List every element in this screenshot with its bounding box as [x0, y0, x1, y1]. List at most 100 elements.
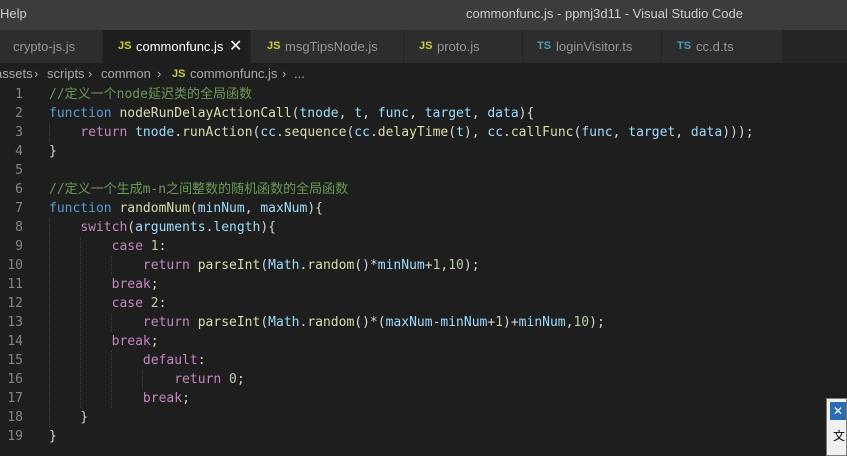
code-token: //定义一个node延迟类的全局函数 [49, 87, 252, 102]
code-token: length [213, 220, 261, 235]
code-line[interactable]: 3 return tnode.runAction(cc.sequence(cc.… [0, 123, 847, 142]
breadcrumb-more[interactable]: ... [294, 63, 305, 85]
code-token: 2 [150, 296, 159, 311]
code-token: cc [354, 125, 370, 140]
code-token: arguments [135, 220, 206, 235]
code-text: return 0; [49, 370, 245, 389]
code-line[interactable]: 2 function nodeRunDelayActionCall(tnode, … [0, 104, 847, 123]
code-token: randomNum [119, 201, 190, 216]
breadcrumb-item-common[interactable]: common [101, 63, 151, 85]
breadcrumb-item-assets[interactable]: assets [0, 63, 33, 85]
code-line[interactable]: 17 break; [0, 389, 847, 408]
code-token: : [197, 353, 206, 368]
code-token: return [80, 125, 136, 140]
tab-label: cc.d.ts [696, 39, 734, 54]
code-token: , [362, 106, 378, 121]
window-title: commonfunc.js - ppmj3d11 - Visual Studio… [466, 6, 743, 21]
tab-cc-d-ts[interactable]: TS cc.d.ts [662, 30, 783, 63]
code-token: t [456, 125, 464, 140]
tab-label: proto.js [437, 39, 480, 54]
code-line[interactable]: 16 return 0; [0, 370, 847, 389]
code-line[interactable]: 19} [0, 427, 847, 446]
code-line[interactable]: 10 return parseInt(Math.random()*minNum+… [0, 256, 847, 275]
tab-loginvisitor[interactable]: TS loginVisitor.ts [523, 30, 662, 63]
code-text: function nodeRunDelayActionCall(tnode, t… [49, 104, 534, 123]
code-line[interactable]: 1 //定义一个node延迟类的全局函数 [0, 85, 847, 104]
breadcrumb-item-scripts[interactable]: scripts [47, 63, 85, 85]
menu-help[interactable]: Help [0, 6, 27, 21]
code-token: 1 [495, 315, 504, 330]
code-token: ))); [722, 125, 754, 140]
js-file-icon: JS [267, 40, 281, 52]
code-token: tnode [299, 106, 339, 121]
code-text: return parseInt(Math.random()*minNum+1,1… [49, 256, 480, 275]
code-line[interactable]: 13 return parseInt(Math.random()*(maxNum… [0, 313, 847, 332]
code-token: sequence [283, 125, 347, 140]
code-token: ; [236, 372, 245, 387]
code-line[interactable]: 8 switch(arguments.length){ [0, 218, 847, 237]
code-line[interactable]: 4} [0, 142, 847, 161]
code-token: ()*( [354, 315, 386, 330]
code-token: , [675, 125, 691, 140]
code-text: default: [49, 351, 206, 370]
line-number: 2 [15, 106, 23, 121]
tab-label: loginVisitor.ts [556, 39, 633, 54]
code-text: break; [49, 275, 159, 294]
code-line[interactable]: 12 case 2: [0, 294, 847, 313]
code-token: . [174, 125, 183, 140]
tab-label: crypto-js.js [13, 39, 76, 54]
tab-crypto-js[interactable]: crypto-js.js [0, 30, 103, 63]
code-token: . [503, 125, 511, 140]
code-line[interactable]: 6 //定义一个生成m-n之间整数的随机函数的全局函数 [0, 180, 847, 199]
code-editor[interactable]: 1 //定义一个node延迟类的全局函数 2 function nodeRunDela… [0, 85, 847, 456]
line-number: 7 [15, 201, 23, 216]
code-token: callFunc [510, 125, 574, 140]
chevron-right-icon: › [34, 66, 39, 81]
tab-msgtipsnode[interactable]: JS msgTipsNode.js [251, 30, 404, 63]
code-line[interactable]: 9 case 1: [0, 237, 847, 256]
breadcrumb-item-file[interactable]: commonfunc.js [190, 63, 277, 85]
code-token: data [690, 125, 723, 140]
code-line[interactable]: 11 break; [0, 275, 847, 294]
code-token: } [49, 429, 57, 444]
code-text: } [49, 408, 88, 427]
code-token: break [142, 391, 183, 406]
code-token: 10 [448, 258, 464, 273]
ts-file-icon: TS [677, 40, 692, 52]
line-number: 10 [7, 258, 23, 273]
tab-proto[interactable]: JS proto.js [404, 30, 523, 63]
code-token: random [307, 258, 355, 273]
code-token: 0 [229, 372, 237, 387]
code-token: Math [268, 315, 300, 330]
line-number: 9 [15, 239, 23, 254]
close-icon[interactable]: ✕ [830, 402, 846, 420]
code-token: data [487, 106, 519, 121]
code-line[interactable]: 14 break; [0, 332, 847, 351]
code-line[interactable]: 7 function randomNum(minNum, maxNum){ [0, 199, 847, 218]
code-line[interactable]: 15 default: [0, 351, 847, 370]
tab-commonfunc[interactable]: JS commonfunc.js ✕ [103, 30, 251, 63]
code-token: : [158, 239, 167, 254]
code-line[interactable]: 18 } [0, 408, 847, 427]
code-token: //定义一个生成m-n之间整数的随机函数的全局函数 [49, 182, 349, 197]
code-line[interactable]: 5 [0, 161, 847, 180]
code-text: function randomNum(minNum, maxNum){ [49, 199, 323, 218]
close-icon[interactable]: ✕ [229, 30, 242, 63]
line-number: 3 [15, 125, 23, 140]
code-token: case [111, 296, 151, 311]
code-token: return [142, 258, 198, 273]
code-token: } [49, 410, 89, 425]
line-number: 19 [7, 429, 23, 444]
title-bar: Help commonfunc.js - ppmj3d11 - Visual S… [0, 0, 847, 30]
js-file-icon: JS [172, 68, 186, 80]
line-number: 11 [7, 277, 23, 292]
line-number: 13 [7, 315, 23, 330]
code-text: case 2: [49, 294, 167, 313]
code-token: random [307, 315, 355, 330]
code-token: maxNum [385, 315, 433, 330]
